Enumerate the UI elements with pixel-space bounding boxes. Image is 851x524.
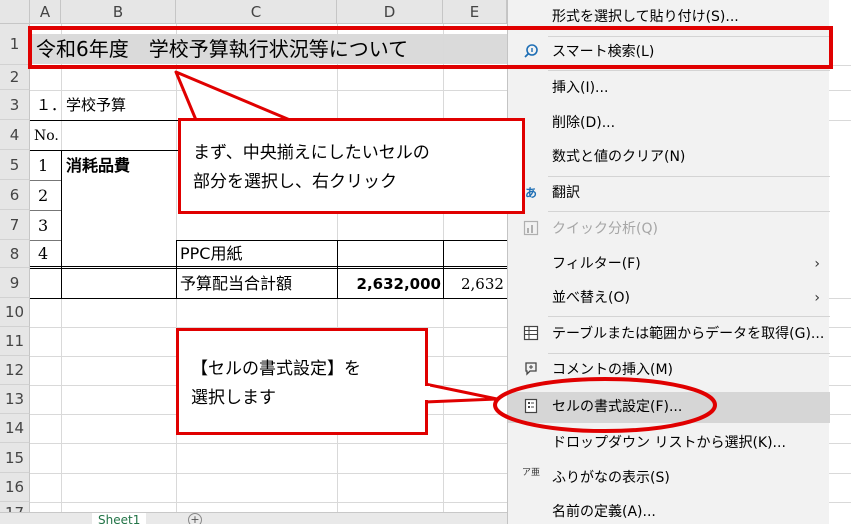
table-border (61, 150, 62, 298)
menu-label: 数式と値のクリア(N) (552, 149, 686, 165)
menu-label: 翻訳 (552, 185, 580, 201)
cell-a6[interactable]: 2 (38, 182, 48, 210)
cell-a5[interactable]: 1 (38, 152, 48, 180)
row-header-12[interactable]: 12 (0, 356, 30, 385)
menu-item-pick-from-dropdown[interactable]: ドロップダウン リストから選択(K)... (508, 428, 830, 459)
row-header-4[interactable]: 4 (0, 120, 30, 150)
column-header-a[interactable]: A (30, 0, 61, 24)
context-menu: 形式を選択して貼り付け(S)... スマート検索(L) 挿入(I)... 削除(… (507, 0, 830, 524)
menu-label: ふりがなの表示(S) (552, 470, 670, 486)
row-header-10[interactable]: 10 (0, 298, 30, 327)
menu-separator (548, 316, 830, 317)
table-border (30, 298, 507, 299)
column-header-c[interactable]: C (176, 0, 337, 24)
menu-item-sort[interactable]: 並べ替え(O) › (508, 283, 830, 314)
table-border (30, 180, 61, 181)
cell-c9-total-label[interactable]: 予算配当合計額 (180, 270, 292, 298)
menu-separator (548, 176, 830, 177)
table-border (30, 210, 61, 211)
menu-item-translate[interactable]: あ 翻訳 (508, 178, 830, 209)
cell-a4-no-header[interactable]: No. (34, 122, 59, 150)
cell-a7[interactable]: 3 (38, 212, 48, 240)
menu-label: 名前の定義(A)... (552, 504, 656, 520)
table-icon (522, 325, 540, 343)
cell-a1-title[interactable]: 令和6年度 学校予算執行状況等について (36, 34, 408, 64)
menu-label: ドロップダウン リストから選択(K)... (552, 435, 786, 451)
menu-label: クイック分析(Q) (552, 221, 658, 237)
cell-b5-category[interactable]: 消耗品費 (66, 152, 130, 180)
cell-c8-item[interactable]: PPC用紙 (180, 241, 242, 267)
menu-item-define-name[interactable]: 名前の定義(A)... (508, 497, 830, 524)
menu-item-get-data[interactable]: テーブルまたは範囲からデータを取得(G)... (508, 319, 830, 350)
menu-label: 並べ替え(O) (552, 290, 630, 306)
cell-e9-total[interactable]: 2,632 (461, 270, 504, 298)
menu-separator (548, 353, 830, 354)
table-border (176, 240, 177, 298)
menu-item-insert-comment[interactable]: コメントの挿入(M) (508, 355, 830, 386)
row-header-7[interactable]: 7 (0, 210, 30, 240)
chevron-right-icon: › (814, 290, 820, 306)
add-sheet-button[interactable]: + (188, 513, 202, 524)
table-border (443, 240, 444, 298)
callout-second-line1: 【セルの書式設定】を (191, 359, 361, 379)
menu-label: 削除(D)... (552, 115, 616, 131)
sheet-tab[interactable]: Sheet1 (92, 513, 147, 524)
row-header-3[interactable]: 3 (0, 90, 30, 120)
menu-item-insert[interactable]: 挿入(I)... (508, 73, 830, 104)
cell-d9-total[interactable]: 2,632,000 (337, 270, 441, 298)
menu-label: 挿入(I)... (552, 80, 609, 96)
row-header-2[interactable]: 2 (0, 65, 30, 90)
menu-item-smart-lookup[interactable]: スマート検索(L) (508, 37, 830, 68)
menu-label: フィルター(F) (552, 256, 641, 272)
furigana-icon: ア亜 (522, 468, 541, 478)
row-header-13[interactable]: 13 (0, 385, 30, 414)
menu-separator (548, 211, 830, 212)
menu-item-filter[interactable]: フィルター(F) › (508, 249, 830, 280)
menu-item-clear-contents[interactable]: 数式と値のクリア(N) (508, 142, 830, 173)
menu-label: コメントの挿入(M) (552, 362, 674, 378)
menu-item-show-furigana[interactable]: ア亜 ふりがなの表示(S) (508, 463, 830, 494)
format-cells-icon (522, 398, 540, 416)
sheet-tab-strip: Sheet1 + (0, 512, 507, 524)
row-header-14[interactable]: 14 (0, 414, 30, 443)
callout-second-line2: 選択します (191, 388, 276, 408)
cell-a3-section[interactable]: １．学校予算 (36, 92, 126, 118)
menu-label: テーブルまたは範囲からデータを取得(G)... (552, 326, 825, 342)
row-header-6[interactable]: 6 (0, 180, 30, 210)
row-header-15[interactable]: 15 (0, 443, 30, 473)
row-header-5[interactable]: 5 (0, 150, 30, 180)
quick-analysis-icon (522, 220, 540, 238)
callout-first: まず、中央揃えにしたいセルの 部分を選択し、右クリック (178, 118, 525, 214)
menu-label: スマート検索(L) (552, 44, 655, 60)
row-header-11[interactable]: 11 (0, 327, 30, 356)
menu-item-paste-special[interactable]: 形式を選択して貼り付け(S)... (508, 2, 830, 33)
column-header-e[interactable]: E (443, 0, 507, 24)
table-border (30, 266, 507, 267)
column-header-d[interactable]: D (337, 0, 443, 24)
row-header-9[interactable]: 9 (0, 268, 30, 298)
table-border (30, 268, 507, 269)
menu-label: セルの書式設定(F)... (552, 399, 683, 415)
menu-label: 形式を選択して貼り付け(S)... (552, 9, 739, 25)
menu-item-format-cells[interactable]: セルの書式設定(F)... (508, 392, 830, 423)
row-header-1[interactable]: 1 (0, 24, 30, 65)
menu-separator (548, 70, 830, 71)
row-header-16[interactable]: 16 (0, 473, 30, 502)
menu-item-quick-analysis: クイック分析(Q) (508, 214, 830, 245)
column-header-b[interactable]: B (61, 0, 176, 24)
callout-second: 【セルの書式設定】を 選択します (176, 328, 428, 435)
callout-first-line2: 部分を選択し、右クリック (193, 172, 397, 192)
callout-first-line1: まず、中央揃えにしたいセルの (193, 143, 430, 163)
select-all-corner[interactable] (0, 0, 30, 24)
comment-icon (522, 361, 540, 379)
row-header-8[interactable]: 8 (0, 240, 30, 268)
menu-item-delete[interactable]: 削除(D)... (508, 108, 830, 139)
search-icon (522, 43, 540, 61)
chevron-right-icon: › (814, 256, 820, 272)
cell-a8[interactable]: 4 (38, 241, 48, 267)
